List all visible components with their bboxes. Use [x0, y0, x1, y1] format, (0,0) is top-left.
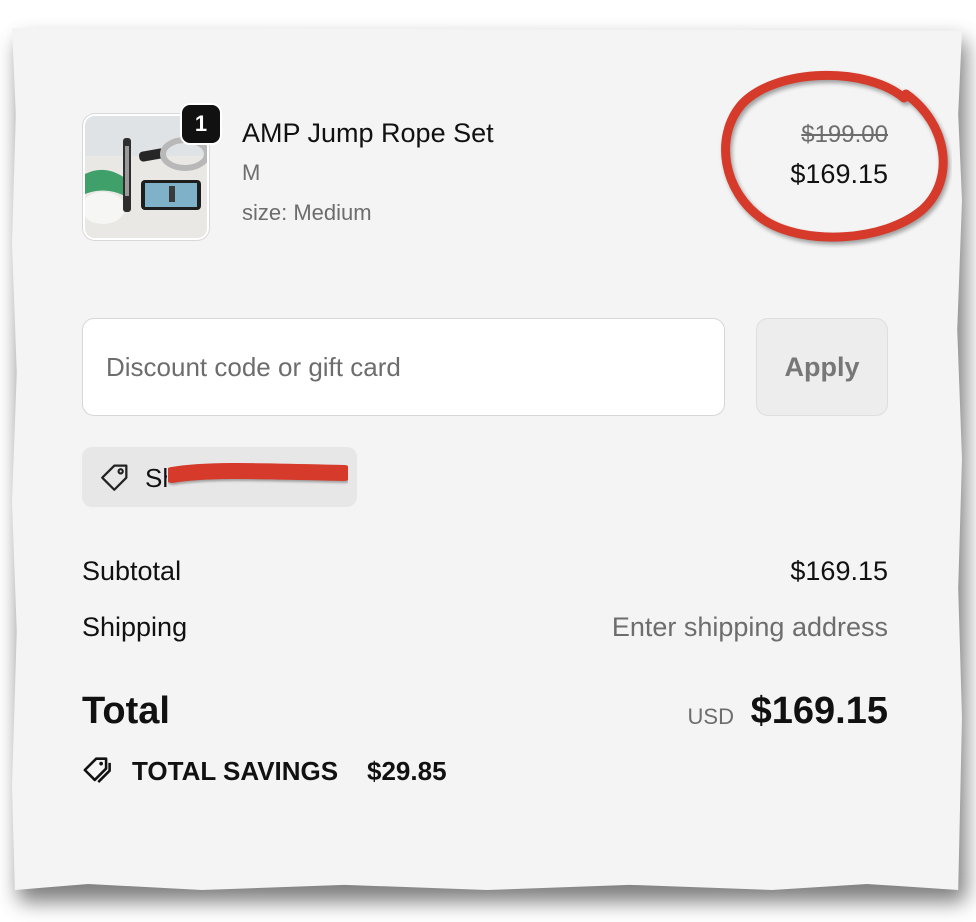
total-label: Total: [82, 690, 170, 732]
product-title: AMP Jump Rope Set: [242, 118, 494, 148]
savings-tag-icon: [83, 757, 111, 783]
discount-code-input[interactable]: [82, 318, 725, 416]
quantity-badge: 1: [180, 103, 222, 145]
redaction-mark: [168, 463, 348, 483]
discount-code-label: Sh: [145, 463, 167, 493]
subtotal-value: $169.15: [790, 556, 888, 586]
apply-discount-button[interactable]: Apply: [756, 318, 888, 416]
shipping-value: Enter shipping address: [611, 612, 888, 642]
applied-discount-chip[interactable]: Sh: [82, 447, 357, 507]
tag-icon: [101, 464, 128, 491]
total-value: $169.15: [750, 690, 888, 732]
total-savings-value: $29.85: [367, 756, 447, 786]
subtotal-label: Subtotal: [82, 556, 182, 586]
product-size-option: size: Medium: [242, 200, 372, 225]
red-circle-annotation: [721, 71, 948, 242]
product-variant: M: [242, 160, 261, 185]
total-savings-label: TOTAL SAVINGS: [132, 756, 339, 786]
currency-code: USD: [687, 704, 734, 729]
shipping-label: Shipping: [82, 612, 188, 642]
